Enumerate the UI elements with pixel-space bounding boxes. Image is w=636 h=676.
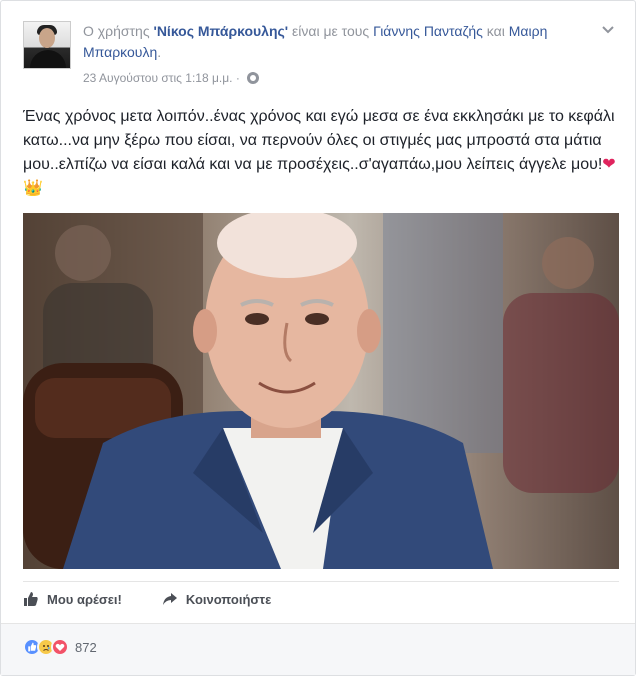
post-card: Ο χρήστης 'Νίκος Μπάρκουλης' είναι με το… xyxy=(0,0,636,676)
love-reaction-icon xyxy=(51,638,69,656)
like-button[interactable]: Μου αρέσει! xyxy=(23,591,122,607)
headline-and-text: και xyxy=(486,23,505,39)
chevron-down-icon[interactable] xyxy=(601,25,615,35)
tagged-user-link-1[interactable]: Γιάννης Πανταζής xyxy=(373,23,483,39)
share-label: Κοινοποιήστε xyxy=(185,591,272,607)
author-name-link[interactable]: 'Νίκος Μπάρκουλης' xyxy=(153,23,288,39)
post-body: Ένας χρόνος μετα λοιπόν..ένας χρόνος και… xyxy=(23,108,615,173)
post-text: Ένας χρόνος μετα λοιπόν..ένας χρόνος και… xyxy=(23,105,619,201)
share-arrow-icon xyxy=(162,593,177,605)
share-button[interactable]: Κοινοποιήστε xyxy=(162,591,271,607)
crown-emoji-icon: 👑 xyxy=(23,180,43,197)
thumbs-up-icon xyxy=(24,592,38,606)
heart-emoji-icon: ❤ xyxy=(602,156,616,173)
actions-divider xyxy=(23,581,619,582)
post-photo[interactable] xyxy=(23,213,619,569)
headline-with-text: είναι με τους xyxy=(292,23,370,39)
globe-icon xyxy=(246,72,259,84)
author-avatar[interactable] xyxy=(23,21,71,69)
reactions-summary[interactable]: 872 xyxy=(23,638,97,656)
post-meta: 23 Αυγούστου στις 1:18 μ.μ. · xyxy=(83,71,259,85)
post-timestamp[interactable]: 23 Αυγούστου στις 1:18 μ.μ. · xyxy=(83,71,240,85)
headline-prefix: Ο χρήστης xyxy=(83,23,150,39)
reactions-bar: 872 xyxy=(1,623,635,675)
like-label: Μου αρέσει! xyxy=(47,591,122,607)
post-headline: Ο χρήστης 'Νίκος Μπάρκουλης' είναι με το… xyxy=(83,21,583,63)
headline-period: . xyxy=(157,44,162,60)
post-actions: Μου αρέσει! Κοινοποιήστε xyxy=(23,591,271,607)
reaction-count[interactable]: 872 xyxy=(75,640,97,655)
photo-illustration xyxy=(23,213,619,569)
